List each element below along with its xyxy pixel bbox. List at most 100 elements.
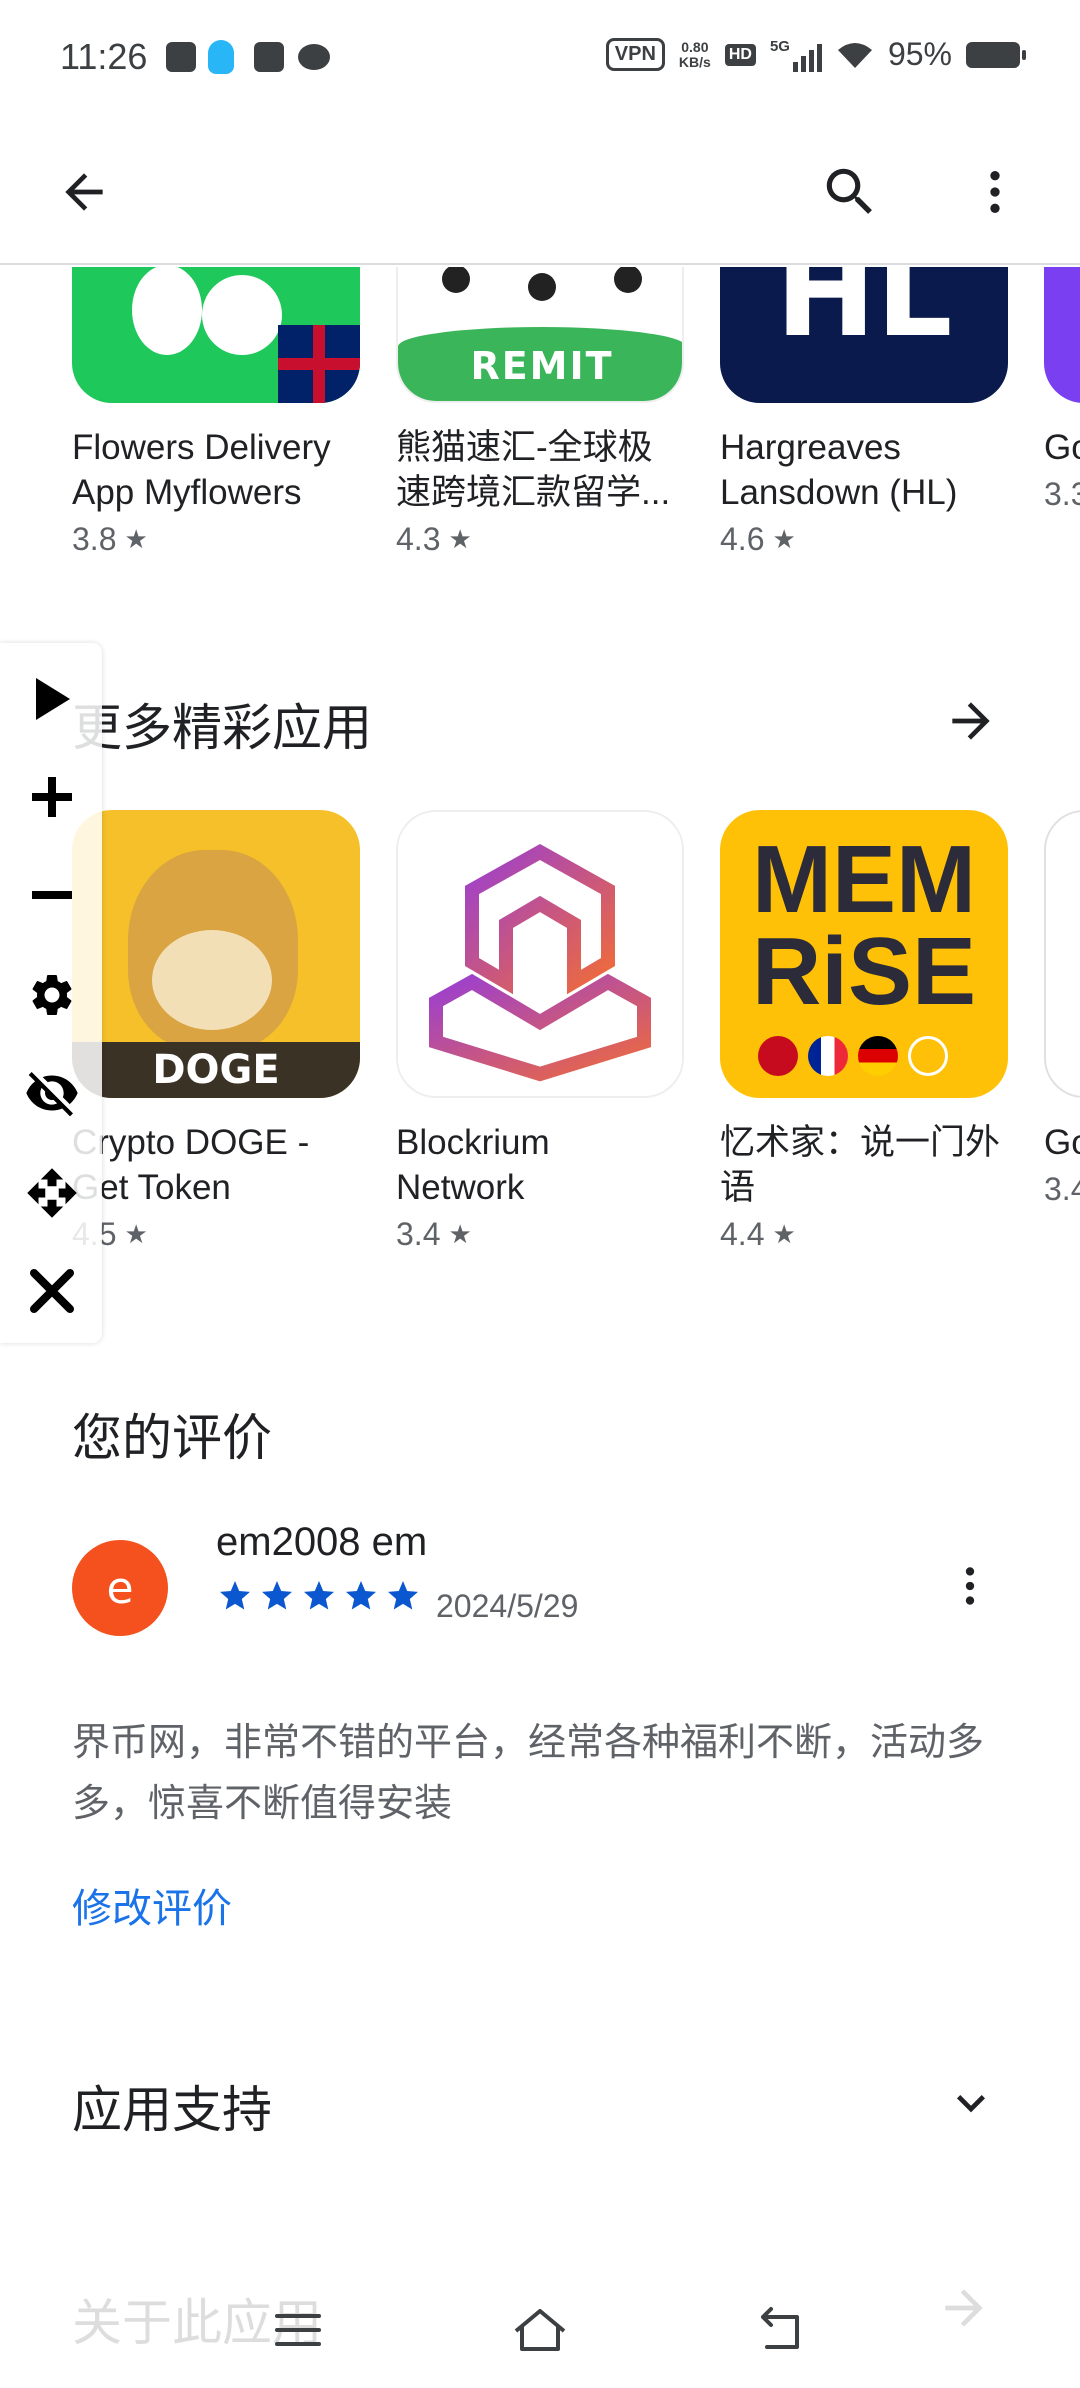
speed-value: 0.80 <box>681 38 709 55</box>
review-menu-button[interactable] <box>940 1556 1000 1616</box>
app-bar <box>0 120 1080 265</box>
reviewer-name: em2008 em <box>216 1520 428 1564</box>
wifi-icon <box>837 42 872 68</box>
app-name: Hargreaves Lansdown (HL) <box>720 428 958 512</box>
star-rating <box>216 1578 422 1614</box>
more-vert-icon <box>965 1567 975 1605</box>
app-name: Go Au <box>1044 1123 1080 1162</box>
play-icon <box>36 678 70 720</box>
hide-button[interactable] <box>22 1063 82 1123</box>
remit-label: REMIT <box>398 327 682 401</box>
app-rating: 3.4★ <box>396 1216 684 1253</box>
hd-badge: HD <box>724 43 756 66</box>
star-icon <box>304 1581 334 1610</box>
back-nav-icon <box>761 2307 799 2349</box>
rating-value: 3.8 <box>72 521 117 557</box>
more-vert-icon <box>990 171 1000 213</box>
hl-logo-text: HL <box>775 267 953 364</box>
home-button[interactable] <box>500 2300 580 2360</box>
close-button[interactable] <box>22 1261 82 1321</box>
battery-percent: 95% <box>887 36 952 72</box>
signal-icon: 5G <box>770 38 822 72</box>
app-rating: 4.3 ★ <box>396 521 684 558</box>
app-support-title[interactable]: 应用支持 <box>72 2070 272 2142</box>
app-name: 熊猫速汇-全球极速跨境汇款留学... <box>396 428 671 512</box>
status-icons: VPN 0.80 KB/s HD 5G 95% <box>605 36 1026 73</box>
app-rating: 3.8 ★ <box>72 521 360 558</box>
floating-control-panel <box>0 643 102 1343</box>
star-icon: ★ <box>448 524 472 554</box>
system-nav-bar <box>0 2270 1080 2388</box>
minus-icon <box>32 891 72 899</box>
back-button[interactable] <box>44 152 124 232</box>
more-options-button[interactable] <box>955 152 1035 232</box>
star-icon <box>220 1581 250 1610</box>
star-icon <box>388 1581 418 1610</box>
more-apps-title[interactable]: 更多精彩应用 <box>72 688 372 760</box>
app-card-remit[interactable]: REMIT 熊猫速汇-全球极速跨境汇款留学... 4.3 ★ <box>396 267 684 558</box>
vpn-badge: VPN <box>605 38 665 71</box>
edit-review-link[interactable]: 修改评价 <box>72 1876 232 1934</box>
recent-apps-button[interactable] <box>258 2300 338 2360</box>
speed-unit: KB/s <box>678 53 711 70</box>
flowers-app-icon <box>72 267 360 403</box>
play-button[interactable] <box>22 669 82 729</box>
rating-value: 3.4 <box>1044 1171 1080 1207</box>
rating-value: 4.6 <box>720 521 765 557</box>
move-icon <box>27 1168 77 1218</box>
app-card-partial-2[interactable]: Go Au 3.4★ <box>1044 810 1080 1253</box>
memrise-logo-line2: RiSE <box>751 918 977 1025</box>
back-nav-button[interactable] <box>740 2300 820 2360</box>
app-name: Crypto DOGE - Get Token <box>72 1123 310 1207</box>
doge-app-icon: DOGE <box>72 810 360 1098</box>
star-icon: ★ <box>124 1219 148 1249</box>
search-icon <box>826 168 872 214</box>
search-button[interactable] <box>810 152 890 232</box>
app-name: Flowers Delivery App Myflowers <box>72 428 331 512</box>
app-support-expand-button[interactable] <box>936 2068 1006 2138</box>
chevron-down-icon <box>957 2095 985 2113</box>
app-card-doge[interactable]: DOGE Crypto DOGE - Get Token 4.5★ <box>72 810 360 1253</box>
star-icon <box>262 1581 292 1610</box>
wechat-icon <box>298 44 330 70</box>
avatar: e <box>72 1540 168 1636</box>
settings-button[interactable] <box>22 965 82 1025</box>
app-card-hl[interactable]: HL Hargreaves Lansdown (HL) 4.6 ★ <box>720 267 1008 558</box>
zoom-in-button[interactable] <box>22 767 82 827</box>
similar-apps-row: Flowers Delivery App Myflowers 3.8 ★ REMI… <box>0 267 1080 567</box>
rating-value: 4.4 <box>720 1216 765 1252</box>
star-icon: ★ <box>124 524 148 554</box>
network-type: 5G <box>769 37 790 55</box>
partial-app-icon <box>1044 810 1080 1098</box>
blockrium-logo <box>429 843 651 1082</box>
partial-app-icon <box>1044 267 1080 403</box>
app-card-flowers[interactable]: Flowers Delivery App Myflowers 3.8 ★ <box>72 267 360 558</box>
blockrium-app-icon <box>396 810 684 1098</box>
gear-icon <box>32 975 72 1015</box>
zoom-out-button[interactable] <box>22 865 82 925</box>
app-card-blockrium[interactable]: Blockrium Network 3.4 ★ <box>396 810 684 1253</box>
star-icon: ★ <box>448 1219 472 1249</box>
qq-icon <box>208 40 234 74</box>
home-icon <box>514 2309 566 2351</box>
app-name: Blockrium Network <box>396 1123 550 1207</box>
review-date: 2024/5/29 <box>436 1588 579 1624</box>
app-rating: 3.4★ <box>1044 1171 1080 1208</box>
app-rating: 3.3★ <box>1044 476 1080 513</box>
your-review-title: 您的评价 <box>72 1409 272 1467</box>
arrow-forward-icon <box>952 702 990 740</box>
status-time: 11:26 <box>60 36 148 77</box>
move-handle[interactable] <box>22 1163 82 1223</box>
app-card-memrise[interactable]: MEM RiSE 忆术家：说一门外语 4.4 ★ <box>720 810 1008 1253</box>
app-rating: 4.5★ <box>72 1216 360 1253</box>
menu-icon <box>275 2314 321 2346</box>
app-card-partial[interactable]: Go 3.3★ <box>1044 267 1080 558</box>
close-icon <box>30 1269 74 1313</box>
rating-value: 3.3 <box>1044 476 1080 512</box>
star-icon <box>346 1581 376 1610</box>
star-icon: ★ <box>772 524 796 554</box>
star-icon: ★ <box>772 1219 796 1249</box>
app-name: 忆术家：说一门外语 <box>720 1123 1001 1207</box>
battery-icon <box>966 41 1026 68</box>
more-apps-arrow-button[interactable] <box>936 686 1006 756</box>
